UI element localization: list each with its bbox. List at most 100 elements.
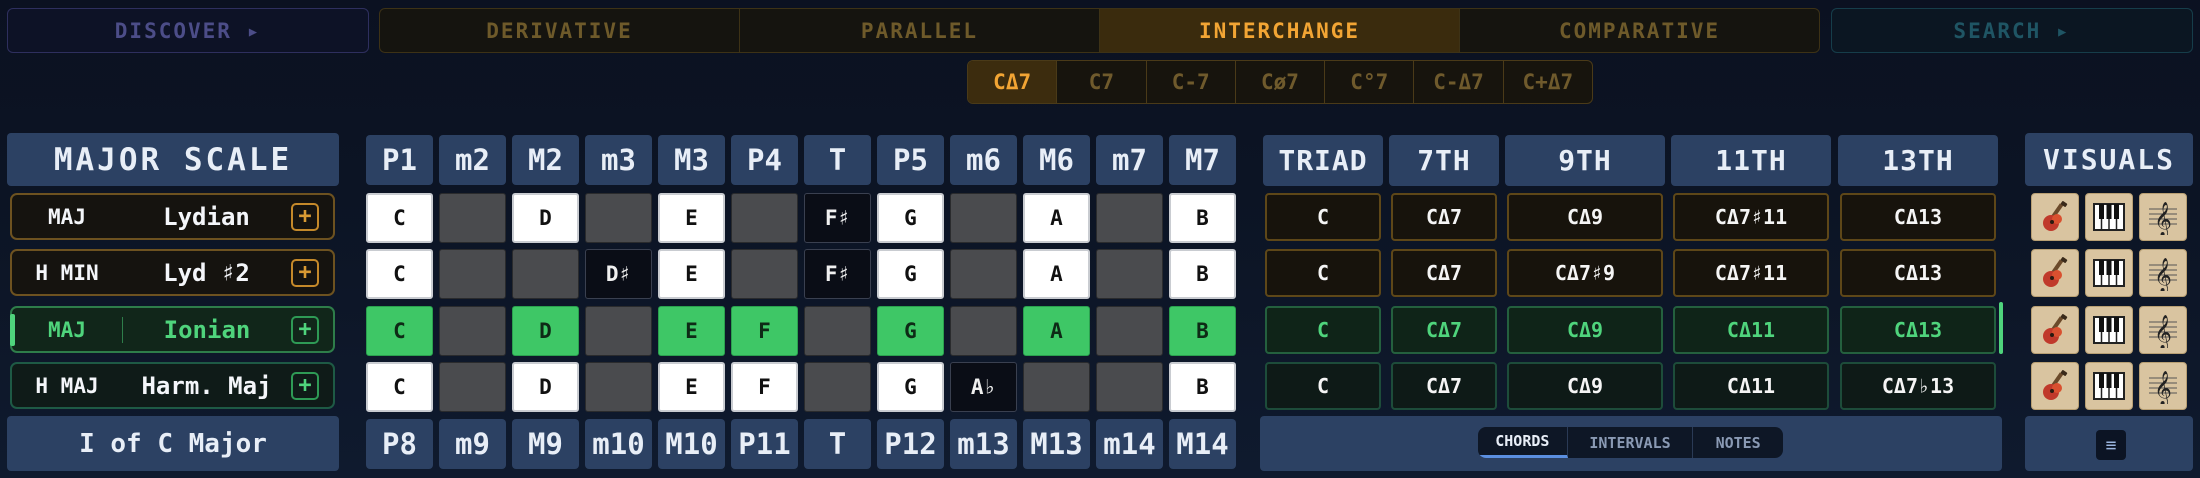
view-tab-notes[interactable]: NOTES: [1693, 427, 1783, 458]
note-cell[interactable]: A: [1023, 306, 1090, 356]
interval-header[interactable]: P11: [731, 419, 798, 469]
empty-cell[interactable]: [731, 249, 798, 299]
discover-button[interactable]: DISCOVER ▸: [7, 8, 369, 53]
treble-clef-icon[interactable]: 𝄞: [2139, 249, 2187, 297]
empty-cell[interactable]: [950, 249, 1017, 299]
note-cell[interactable]: C: [366, 193, 433, 243]
note-cell[interactable]: B: [1169, 193, 1236, 243]
interval-header[interactable]: m13: [950, 419, 1017, 469]
note-cell[interactable]: A♭: [950, 362, 1017, 412]
empty-cell[interactable]: [1096, 193, 1163, 243]
note-cell[interactable]: E: [658, 249, 725, 299]
note-cell[interactable]: E: [658, 193, 725, 243]
interval-header[interactable]: M13: [1023, 419, 1090, 469]
chord-cell[interactable]: C: [1265, 306, 1381, 354]
chord-cell[interactable]: CΔ7: [1391, 306, 1497, 354]
empty-cell[interactable]: [950, 193, 1017, 243]
empty-cell[interactable]: [439, 249, 506, 299]
interval-header[interactable]: m3: [585, 135, 652, 185]
chord-cell[interactable]: CΔ9: [1507, 193, 1663, 241]
empty-cell[interactable]: [585, 306, 652, 356]
search-button[interactable]: SEARCH ▸: [1831, 8, 2193, 53]
empty-cell[interactable]: [439, 193, 506, 243]
interval-header[interactable]: m7: [1096, 135, 1163, 185]
interval-header[interactable]: P4: [731, 135, 798, 185]
interval-header[interactable]: M3: [658, 135, 725, 185]
mode-row-ionian[interactable]: MAJ Ionian +: [10, 306, 335, 353]
tab-parallel[interactable]: PARALLEL: [740, 9, 1100, 52]
interval-header[interactable]: P8: [366, 419, 433, 469]
note-cell[interactable]: F: [731, 306, 798, 356]
add-icon[interactable]: +: [291, 258, 319, 287]
interval-header[interactable]: M7: [1169, 135, 1236, 185]
note-cell[interactable]: E: [658, 362, 725, 412]
chord-cell[interactable]: CΔ11: [1673, 306, 1829, 354]
chord-cell[interactable]: CΔ7♭13: [1840, 362, 1996, 410]
interval-header[interactable]: T: [804, 419, 871, 469]
chord-cell[interactable]: CΔ7: [1391, 249, 1497, 297]
note-cell[interactable]: G: [877, 249, 944, 299]
add-icon[interactable]: +: [291, 202, 319, 231]
guitar-icon[interactable]: [2031, 249, 2079, 297]
note-cell[interactable]: D: [512, 306, 579, 356]
piano-icon[interactable]: [2085, 306, 2133, 354]
chord-tab-aug-maj7[interactable]: C+Δ7: [1504, 61, 1592, 103]
note-cell[interactable]: F: [731, 362, 798, 412]
note-cell[interactable]: B: [1169, 249, 1236, 299]
chord-cell[interactable]: CΔ9: [1507, 306, 1663, 354]
chord-cell[interactable]: C: [1265, 249, 1381, 297]
chord-cell[interactable]: CΔ13: [1840, 249, 1996, 297]
interval-header[interactable]: m10: [585, 419, 652, 469]
chord-tab-dom7[interactable]: C7: [1057, 61, 1147, 103]
note-cell[interactable]: A: [1023, 249, 1090, 299]
chord-cell[interactable]: CΔ13: [1840, 193, 1996, 241]
empty-cell[interactable]: [1023, 362, 1090, 412]
note-cell[interactable]: B: [1169, 362, 1236, 412]
note-cell[interactable]: A: [1023, 193, 1090, 243]
chord-tab-min7[interactable]: C-7: [1147, 61, 1236, 103]
interval-header[interactable]: P1: [366, 135, 433, 185]
interval-header[interactable]: P5: [877, 135, 944, 185]
interval-header[interactable]: M14: [1169, 419, 1236, 469]
add-icon[interactable]: +: [291, 315, 319, 344]
chord-cell[interactable]: CΔ7: [1391, 193, 1497, 241]
interval-header[interactable]: m2: [439, 135, 506, 185]
chord-cell[interactable]: C: [1265, 362, 1381, 410]
note-cell[interactable]: F♯: [804, 193, 871, 243]
note-cell[interactable]: D: [512, 193, 579, 243]
menu-icon[interactable]: ≡: [2096, 430, 2126, 460]
interval-header[interactable]: T: [804, 135, 871, 185]
note-cell[interactable]: E: [658, 306, 725, 356]
guitar-icon[interactable]: [2031, 193, 2079, 241]
chord-cell[interactable]: C: [1265, 193, 1381, 241]
view-tab-chords[interactable]: CHORDS: [1478, 427, 1568, 458]
chord-cell[interactable]: CΔ7: [1391, 362, 1497, 410]
chord-cell[interactable]: CΔ7♯9: [1507, 249, 1663, 297]
treble-clef-icon[interactable]: 𝄞: [2139, 362, 2187, 410]
empty-cell[interactable]: [585, 362, 652, 412]
note-cell[interactable]: D: [512, 362, 579, 412]
piano-icon[interactable]: [2085, 193, 2133, 241]
guitar-icon[interactable]: [2031, 306, 2079, 354]
empty-cell[interactable]: [439, 306, 506, 356]
chord-tab-half-dim7[interactable]: Cø7: [1236, 61, 1326, 103]
interval-header[interactable]: m14: [1096, 419, 1163, 469]
chord-tab-maj7[interactable]: CΔ7: [968, 61, 1058, 103]
empty-cell[interactable]: [804, 362, 871, 412]
interval-header[interactable]: M10: [658, 419, 725, 469]
interval-header[interactable]: m9: [439, 419, 506, 469]
note-cell[interactable]: C: [366, 249, 433, 299]
chord-tab-dim7[interactable]: C°7: [1325, 61, 1415, 103]
chord-tab-min-maj7[interactable]: C-Δ7: [1414, 61, 1504, 103]
note-cell[interactable]: D♯: [585, 249, 652, 299]
view-tab-intervals[interactable]: INTERVALS: [1568, 427, 1694, 458]
interval-header[interactable]: m6: [950, 135, 1017, 185]
chord-cell[interactable]: CΔ9: [1507, 362, 1663, 410]
tab-interchange[interactable]: INTERCHANGE: [1100, 9, 1460, 52]
empty-cell[interactable]: [512, 249, 579, 299]
piano-icon[interactable]: [2085, 362, 2133, 410]
empty-cell[interactable]: [731, 193, 798, 243]
note-cell[interactable]: F♯: [804, 249, 871, 299]
mode-row-harmonic-major[interactable]: H MAJ Harm. Maj +: [10, 362, 335, 409]
tab-comparative[interactable]: COMPARATIVE: [1460, 9, 1819, 52]
